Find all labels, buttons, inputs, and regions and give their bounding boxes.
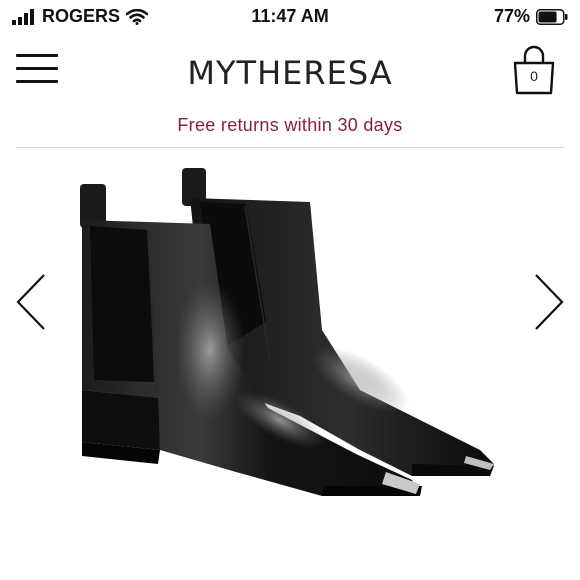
app-header: MYTHERESA 0 — [0, 36, 580, 108]
battery-icon — [536, 8, 568, 25]
chevron-left-icon — [16, 274, 45, 330]
header-divider — [16, 147, 564, 148]
cart-count: 0 — [530, 68, 538, 84]
carousel-next-button[interactable] — [532, 272, 566, 332]
status-bar-right: 77% — [494, 6, 568, 27]
status-bar: ROGERS 11:47 AM 77% — [0, 0, 580, 32]
carousel-prev-button[interactable] — [14, 272, 48, 332]
promo-banner[interactable]: Free returns within 30 days — [0, 115, 580, 136]
chevron-right-icon — [535, 274, 564, 330]
battery-percent: 77% — [493, 6, 530, 26]
brand-logo[interactable]: MYTHERESA — [0, 54, 580, 92]
shopping-bag-button[interactable]: 0 — [510, 44, 558, 96]
product-image — [80, 168, 494, 496]
